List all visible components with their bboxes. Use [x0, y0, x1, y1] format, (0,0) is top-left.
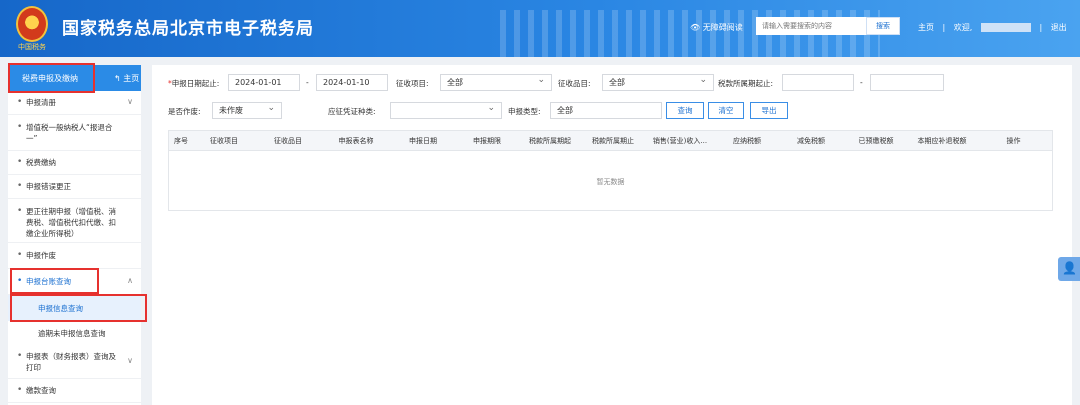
back-arrow-icon: ↰: [114, 74, 124, 83]
eye-icon: 👁: [690, 23, 703, 32]
column-header: 征收项目: [210, 137, 238, 145]
column-header: 已预缴税额: [858, 137, 894, 145]
bullet-icon: •: [17, 206, 23, 216]
date-range-label: *申报日期起止:: [168, 78, 219, 89]
clear-button[interactable]: 清空: [708, 102, 744, 119]
top-header: 中国税务 国家税务总局北京市电子税务局 👁 无障碍阅读 搜索 主页 | 欢迎, …: [0, 0, 1080, 57]
sidebar: 税费申报及缴纳 ↰ 主页 • 申报清册 ∨ • 增值税一般纳税人“报退合一” •…: [8, 65, 141, 405]
highlight-box-sidebar-title: [8, 63, 95, 93]
sidebar-item-error-correction[interactable]: • 申报错误更正: [8, 175, 141, 199]
empty-state-text: 暂无数据: [596, 178, 625, 186]
column-header: 税款所属期起: [529, 137, 571, 145]
results-table: 序号 征收项目 征收品目 申报表名称 申报日期 申报期限 税款所属期起 税款所属…: [168, 130, 1053, 211]
void-status-label: 是否作废:: [168, 107, 201, 116]
sidebar-item-label: 更正往期申报（增值税、消费税、增值税代扣代缴、扣缴企业所得税）: [26, 207, 116, 238]
bullet-icon: •: [17, 351, 23, 361]
user-icon: 👤: [1062, 261, 1077, 275]
sidebar-item-label: 缴款查询: [26, 386, 56, 395]
date-range-label-text: 申报日期起止:: [171, 79, 220, 88]
sidebar-item-correct-past[interactable]: • 更正往期申报（增值税、消费税、增值税代扣代缴、扣缴企业所得税）: [8, 199, 141, 243]
site-title: 国家税务总局北京市电子税务局: [62, 19, 314, 39]
column-header: 申报日期: [409, 137, 437, 145]
sidebar-item-vat-general[interactable]: • 增值税一般纳税人“报退合一”: [8, 115, 141, 151]
welcome-text: 欢迎,: [953, 23, 973, 32]
accessibility-link[interactable]: 👁 无障碍阅读: [690, 22, 743, 33]
chevron-down-icon[interactable]: ∨: [127, 97, 133, 106]
date-end-input[interactable]: 2024-01-10: [316, 74, 388, 91]
declaration-type-select[interactable]: 全部: [550, 102, 662, 119]
bullet-icon: •: [17, 157, 23, 167]
sidebar-item-label: 税费缴纳: [26, 158, 56, 167]
chevron-down-icon[interactable]: ∨: [127, 356, 133, 365]
tax-emblem-icon: [16, 6, 48, 42]
levy-product-select[interactable]: 全部: [602, 73, 714, 91]
highlight-box-declaration-info: [10, 294, 147, 322]
sidebar-item-void[interactable]: • 申报作废: [8, 243, 141, 269]
levy-product-label: 征收品目:: [558, 79, 591, 88]
sidebar-item-label: 申报错误更正: [26, 182, 71, 191]
main-panel: *申报日期起止: 2024-01-01 - 2024-01-10 征收项目: 全…: [152, 65, 1072, 405]
void-status-select[interactable]: 未作废: [212, 101, 282, 119]
separator: |: [1039, 23, 1043, 32]
bullet-icon: •: [17, 181, 23, 191]
date-separator: -: [306, 78, 309, 87]
column-header: 销售(营业)收入...: [652, 137, 708, 145]
export-button[interactable]: 导出: [750, 102, 788, 119]
declaration-type-label: 申报类型:: [508, 107, 541, 116]
search-input[interactable]: [756, 17, 868, 35]
sidebar-home-link[interactable]: ↰ 主页: [114, 73, 139, 84]
sidebar-item-label: 申报清册: [26, 98, 56, 107]
accessibility-label: 无障碍阅读: [702, 23, 743, 32]
sidebar-home-label: 主页: [123, 74, 140, 83]
sidebar-subitem-overdue-info[interactable]: 逾期未申报信息查询: [8, 321, 141, 345]
column-header: 操作: [1006, 137, 1021, 145]
emblem-caption: 中国税务: [18, 43, 46, 51]
column-header: 本期应补退税额: [917, 137, 967, 145]
sidebar-item-label: 增值税一般纳税人“报退合一”: [26, 123, 113, 143]
bullet-icon: •: [17, 385, 23, 395]
username-masked: [980, 23, 1031, 32]
sidebar-item-label: 申报表（财务报表）查询及打印: [26, 352, 116, 372]
levy-item-select[interactable]: 全部: [440, 73, 552, 91]
sidebar-item-declaration-list[interactable]: • 申报清册 ∨: [8, 91, 141, 115]
date-start-input[interactable]: 2024-01-01: [228, 74, 300, 91]
tax-period-start-input[interactable]: [782, 74, 854, 91]
column-header: 减免税额: [797, 137, 825, 145]
table-header: 序号 征收项目 征收品目 申报表名称 申报日期 申报期限 税款所属期起 税款所属…: [169, 131, 1052, 151]
logout-link[interactable]: 退出: [1051, 23, 1067, 32]
sidebar-item-tax-payment[interactable]: • 税费缴纳: [8, 151, 141, 175]
column-header: 征收品目: [274, 137, 302, 145]
column-header: 申报表名称: [338, 137, 374, 145]
search-button[interactable]: 搜索: [866, 17, 900, 35]
tax-period-label: 税款所属期起止:: [718, 79, 774, 88]
sidebar-item-label: 申报作废: [26, 251, 56, 260]
bullet-icon: •: [17, 122, 23, 132]
voucher-type-select[interactable]: [390, 101, 502, 119]
column-header: 序号: [174, 137, 188, 145]
column-header: 税款所属期止: [592, 137, 634, 145]
highlight-box-ledger-query: [10, 268, 99, 294]
column-header: 申报期限: [473, 137, 501, 145]
column-header: 应纳税额: [733, 137, 761, 145]
tax-period-end-input[interactable]: [870, 74, 944, 91]
voucher-type-label: 应征凭证种类:: [328, 107, 376, 116]
sidebar-item-payment-query[interactable]: • 缴款查询: [8, 379, 141, 403]
levy-item-label: 征收项目:: [396, 79, 429, 88]
bullet-icon: •: [17, 97, 23, 107]
chevron-up-icon[interactable]: ∧: [127, 276, 133, 285]
home-link[interactable]: 主页: [918, 23, 934, 32]
sidebar-item-report-print[interactable]: • 申报表（财务报表）查询及打印 ∨: [8, 345, 141, 379]
header-nav: 主页 | 欢迎, | 退出: [918, 22, 1073, 33]
separator: |: [942, 23, 946, 32]
sidebar-subitem-label: 逾期未申报信息查询: [38, 329, 106, 338]
bullet-icon: •: [17, 250, 23, 260]
query-button[interactable]: 查询: [666, 102, 704, 119]
period-separator: -: [860, 78, 863, 87]
floating-user-service-button[interactable]: 👤: [1058, 257, 1080, 281]
